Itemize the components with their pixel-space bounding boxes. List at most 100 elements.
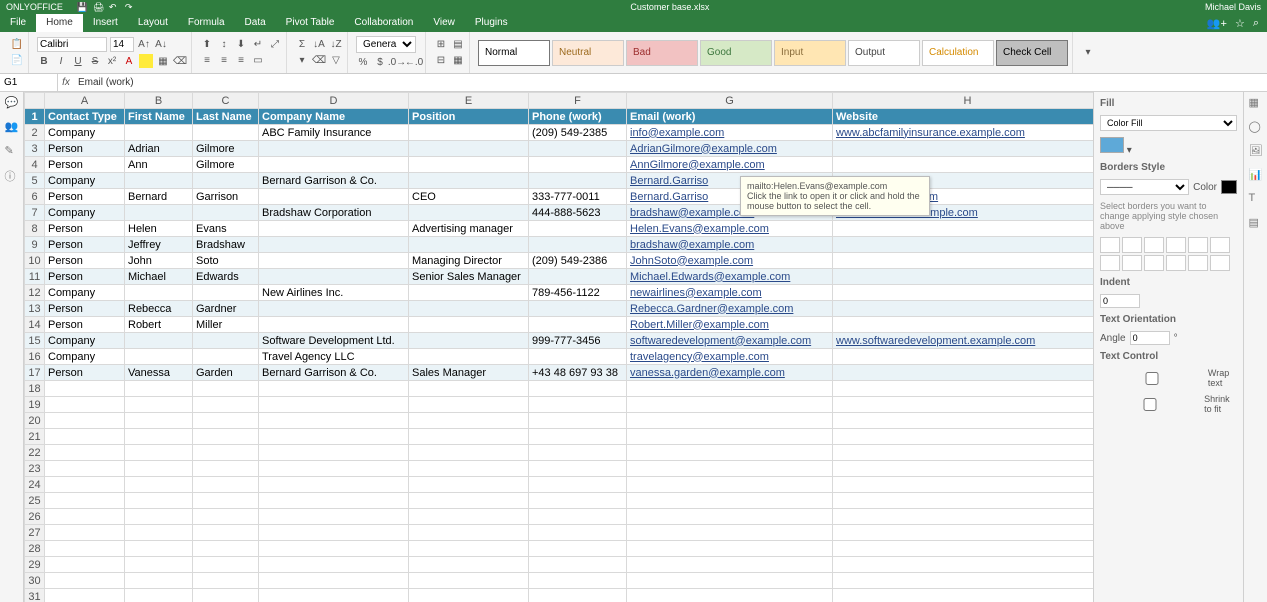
data-cell[interactable] <box>259 301 409 317</box>
data-cell[interactable] <box>529 173 627 189</box>
data-cell[interactable]: Robert <box>125 317 193 333</box>
cell-style-output[interactable]: Output <box>848 40 920 66</box>
empty-cell[interactable] <box>409 445 529 461</box>
feedback-icon[interactable]: ✎ <box>5 144 19 158</box>
data-cell[interactable]: Advertising manager <box>409 221 529 237</box>
border-vert-icon[interactable] <box>1122 255 1142 271</box>
row-header[interactable]: 23 <box>25 461 45 477</box>
data-cell[interactable]: Person <box>45 157 125 173</box>
empty-cell[interactable] <box>193 413 259 429</box>
border-style-select[interactable]: ──── <box>1100 179 1189 195</box>
tab-data[interactable]: Data <box>235 14 276 32</box>
data-cell[interactable]: Software Development Ltd. <box>259 333 409 349</box>
dec-inc-icon[interactable]: .0→ <box>390 55 404 69</box>
row-header[interactable]: 2 <box>25 125 45 141</box>
fill-color-icon[interactable] <box>139 54 153 68</box>
data-cell[interactable] <box>833 221 1094 237</box>
name-box[interactable]: G1 <box>0 74 58 91</box>
data-cell[interactable] <box>409 301 529 317</box>
empty-cell[interactable] <box>409 397 529 413</box>
empty-cell[interactable] <box>259 509 409 525</box>
row-header[interactable]: 3 <box>25 141 45 157</box>
data-cell[interactable] <box>833 365 1094 381</box>
hyperlink[interactable]: Rebecca.Gardner@example.com <box>630 303 793 315</box>
cell-style-calculation[interactable]: Calculation <box>922 40 994 66</box>
empty-cell[interactable] <box>193 589 259 602</box>
empty-cell[interactable] <box>125 493 193 509</box>
row-header[interactable]: 5 <box>25 173 45 189</box>
strike-button[interactable]: S <box>88 54 102 68</box>
empty-cell[interactable] <box>259 397 409 413</box>
border-top-icon[interactable] <box>1166 255 1186 271</box>
empty-cell[interactable] <box>833 541 1094 557</box>
data-cell[interactable]: John <box>125 253 193 269</box>
data-cell[interactable]: Bradshaw Corporation <box>259 205 409 221</box>
table-header-cell[interactable]: Website <box>833 109 1094 125</box>
empty-cell[interactable] <box>529 557 627 573</box>
hyperlink[interactable]: AnnGilmore@example.com <box>630 159 765 171</box>
data-cell[interactable]: Person <box>45 189 125 205</box>
empty-cell[interactable] <box>627 573 833 589</box>
image-settings-icon[interactable]: 🖼 <box>1249 144 1263 158</box>
data-cell[interactable] <box>833 237 1094 253</box>
data-cell[interactable]: Person <box>45 237 125 253</box>
data-cell[interactable] <box>833 141 1094 157</box>
cell-style-input[interactable]: Input <box>774 40 846 66</box>
table-header-cell[interactable]: Email (work) <box>627 109 833 125</box>
data-cell[interactable]: Company <box>45 333 125 349</box>
row-header[interactable]: 15 <box>25 333 45 349</box>
chat-icon[interactable]: 👥 <box>5 120 19 134</box>
empty-cell[interactable] <box>45 445 125 461</box>
col-header-D[interactable]: D <box>259 93 409 109</box>
percent-icon[interactable]: % <box>356 55 370 69</box>
data-cell[interactable]: www.abcfamilyinsurance.example.com <box>833 125 1094 141</box>
data-cell[interactable]: softwaredevelopment@example.com <box>627 333 833 349</box>
empty-cell[interactable] <box>627 557 833 573</box>
border-horiz-icon[interactable] <box>1188 255 1208 271</box>
row-header[interactable]: 14 <box>25 317 45 333</box>
clear-icon[interactable]: ⌫ <box>312 54 326 68</box>
col-header-C[interactable]: C <box>193 93 259 109</box>
data-cell[interactable] <box>409 157 529 173</box>
data-cell[interactable] <box>193 333 259 349</box>
empty-cell[interactable] <box>529 445 627 461</box>
data-cell[interactable] <box>193 285 259 301</box>
data-cell[interactable]: travelagency@example.com <box>627 349 833 365</box>
data-cell[interactable] <box>259 157 409 173</box>
orientation-icon[interactable]: ⤢ <box>268 38 282 52</box>
empty-cell[interactable] <box>627 589 833 602</box>
empty-cell[interactable] <box>627 397 833 413</box>
data-cell[interactable]: 789-456-1122 <box>529 285 627 301</box>
data-cell[interactable] <box>259 141 409 157</box>
data-cell[interactable]: Bernard Garrison & Co. <box>259 173 409 189</box>
clear-format-icon[interactable]: ⌫ <box>173 54 187 68</box>
empty-cell[interactable] <box>193 461 259 477</box>
empty-cell[interactable] <box>627 477 833 493</box>
row-header[interactable]: 30 <box>25 573 45 589</box>
empty-cell[interactable] <box>193 509 259 525</box>
hyperlink[interactable]: www.softwaredevelopment.example.com <box>836 335 1035 347</box>
row-header[interactable]: 11 <box>25 269 45 285</box>
tab-plugins[interactable]: Plugins <box>465 14 518 32</box>
row-header[interactable]: 26 <box>25 509 45 525</box>
data-cell[interactable] <box>125 285 193 301</box>
indent-input[interactable] <box>1100 294 1140 308</box>
border-right-icon[interactable] <box>1144 255 1164 271</box>
undo-icon[interactable]: ↶ <box>109 2 119 12</box>
empty-cell[interactable] <box>833 429 1094 445</box>
row-header[interactable]: 7 <box>25 205 45 221</box>
empty-cell[interactable] <box>193 429 259 445</box>
cell-style-check-cell[interactable]: Check Cell <box>996 40 1068 66</box>
empty-cell[interactable] <box>193 493 259 509</box>
data-cell[interactable] <box>529 301 627 317</box>
bold-button[interactable]: B <box>37 54 51 68</box>
empty-cell[interactable] <box>193 477 259 493</box>
empty-cell[interactable] <box>125 509 193 525</box>
border-bottom-icon[interactable] <box>1210 255 1230 271</box>
row-header[interactable]: 20 <box>25 413 45 429</box>
hyperlink[interactable]: Bernard.Garriso <box>630 191 708 203</box>
data-cell[interactable]: Person <box>45 253 125 269</box>
row-header[interactable]: 28 <box>25 541 45 557</box>
formula-input[interactable]: Email (work) <box>74 77 1267 88</box>
row-header[interactable]: 16 <box>25 349 45 365</box>
